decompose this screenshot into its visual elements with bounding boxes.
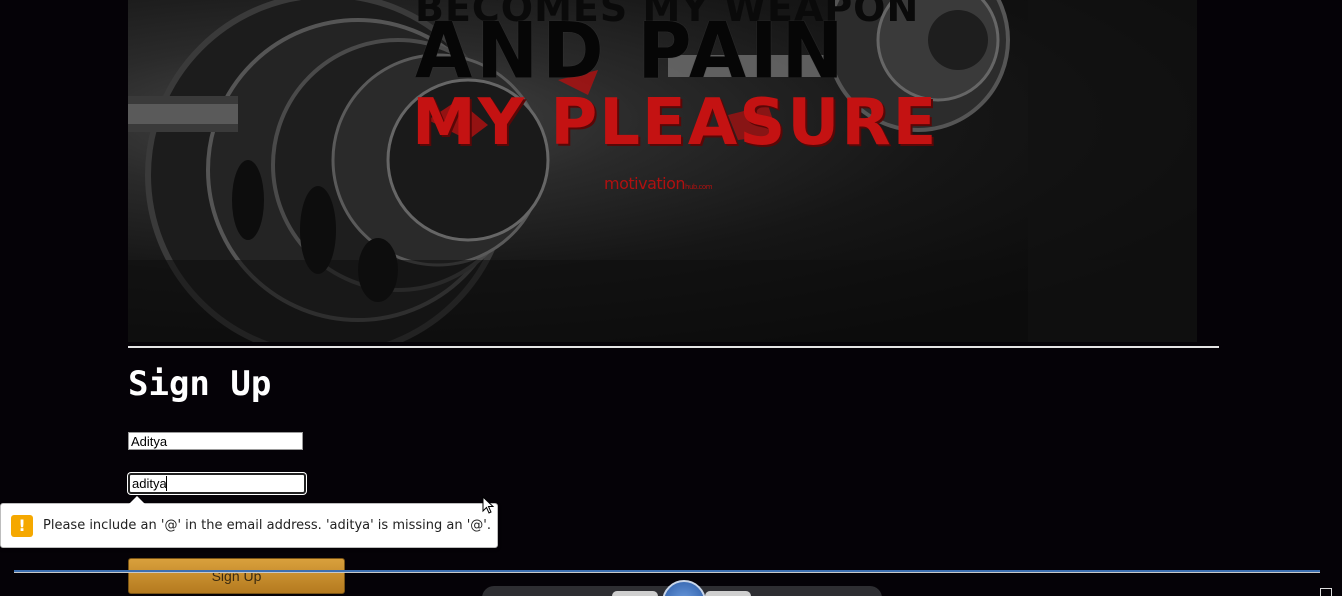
name-input[interactable]	[128, 432, 303, 450]
validation-message: Please include an '@' in the email addre…	[43, 518, 491, 533]
mouse-cursor-icon	[482, 496, 495, 514]
warning-icon: !	[11, 514, 33, 537]
rewind-button[interactable]	[612, 591, 658, 596]
tooltip-arrow	[129, 496, 145, 504]
hero-brand-logo: motivationhub.com	[604, 174, 713, 193]
hero-banner: BECOMES MY WEAPON AND PAIN MY PLEASURE m…	[128, 0, 1197, 342]
video-progress-track	[14, 572, 1320, 573]
page-title: Sign Up	[128, 364, 272, 404]
hero-heading-line3: MY PLEASURE	[412, 86, 939, 160]
hero-brand-suffix: hub.com	[685, 183, 713, 191]
sign-up-button[interactable]: Sign Up	[128, 558, 345, 594]
hero-brand-text: motivation	[604, 174, 686, 193]
text-caret	[166, 476, 167, 491]
section-divider	[128, 346, 1219, 348]
email-input[interactable]	[128, 473, 306, 494]
fullscreen-icon[interactable]	[1320, 588, 1332, 596]
validation-tooltip: ! Please include an '@' in the email add…	[0, 496, 498, 548]
play-button-icon[interactable]	[662, 580, 706, 596]
hero-heading-line2: AND PAIN	[415, 5, 848, 97]
forward-button[interactable]	[705, 591, 751, 596]
page: BECOMES MY WEAPON AND PAIN MY PLEASURE m…	[0, 0, 1342, 596]
